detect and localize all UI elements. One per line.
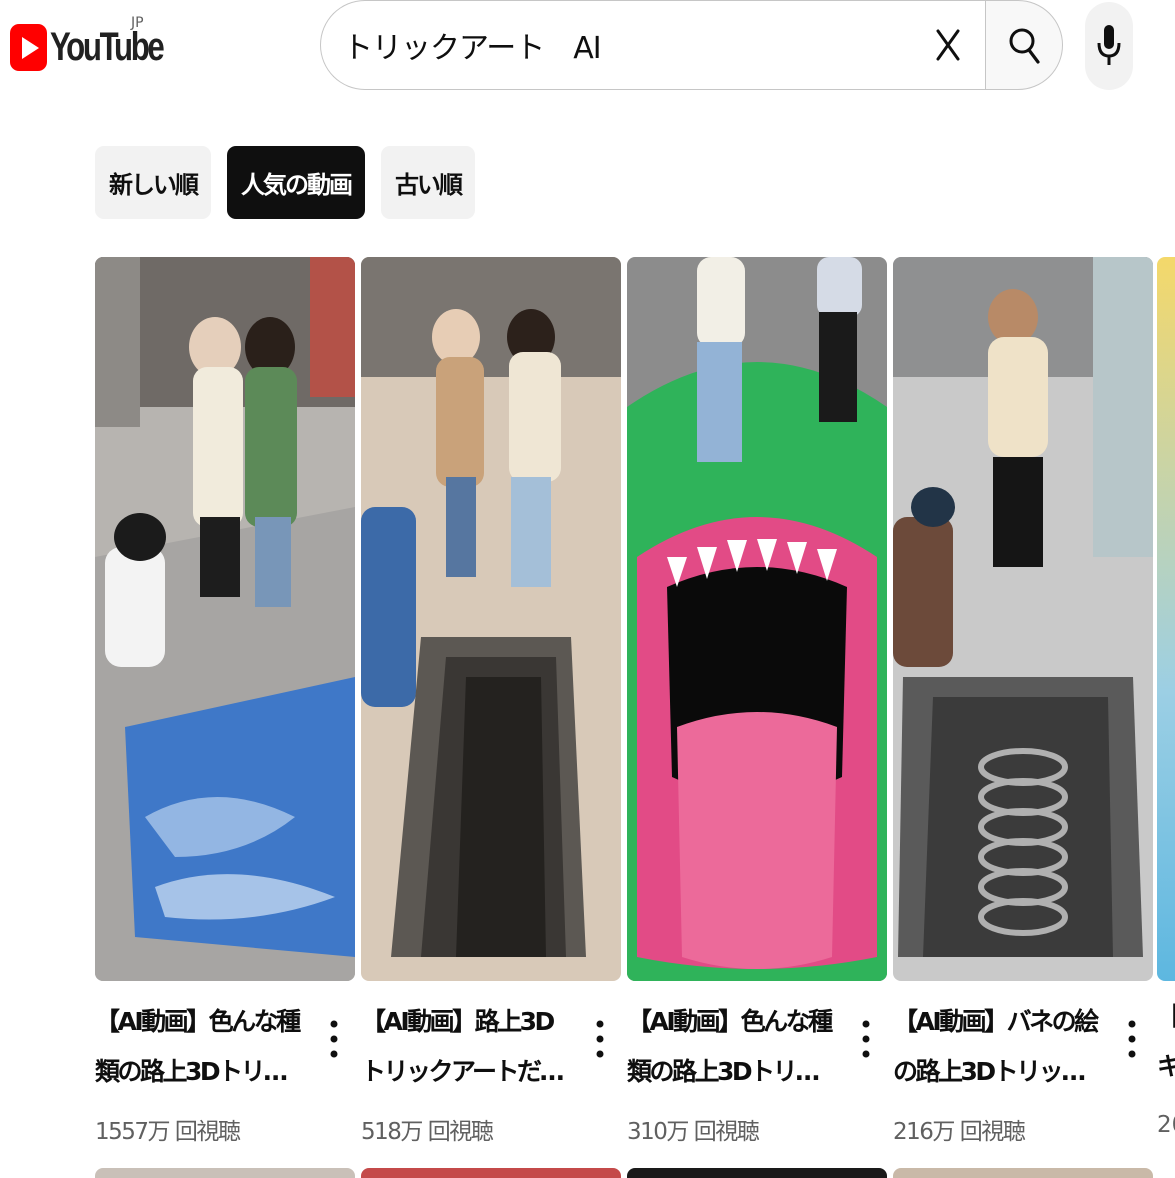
more-vert-icon <box>596 1020 604 1058</box>
country-code: JP <box>131 15 144 31</box>
more-options-button[interactable] <box>323 1017 345 1061</box>
video-thumbnail-partial[interactable] <box>1157 257 1175 981</box>
logo-wordmark: YouTube <box>50 25 165 69</box>
more-vert-icon <box>1128 1020 1136 1058</box>
video-title[interactable]: 【AI動画】色んな種類の路上3Dトリックアート <box>95 997 307 1097</box>
view-count: 1557万 回視聴 <box>95 1119 241 1145</box>
view-count-partial: 20 <box>1157 1112 1175 1138</box>
more-vert-icon <box>330 1020 338 1058</box>
more-options-button[interactable] <box>1121 1017 1143 1061</box>
chip-oldest[interactable]: 古い順 <box>381 146 475 219</box>
next-row-thumbnail[interactable] <box>95 1168 355 1178</box>
microphone-icon <box>1097 25 1121 65</box>
video-title-partial[interactable]: 【 <box>1157 997 1175 1033</box>
sort-filter-chips: 新しい順 人気の動画 古い順 <box>95 146 475 219</box>
next-row-thumbnail[interactable] <box>627 1168 887 1178</box>
video-thumbnail[interactable] <box>361 257 621 981</box>
video-title[interactable]: 【AI動画】色んな種類の路上3Dトリックアート <box>627 997 839 1097</box>
next-row-thumbnail[interactable] <box>893 1168 1153 1178</box>
more-vert-icon <box>862 1020 870 1058</box>
chip-popular[interactable]: 人気の動画 <box>227 146 365 219</box>
video-title[interactable]: 【AI動画】路上3Dトリックアートだと思ったら <box>361 997 573 1097</box>
video-thumbnail[interactable] <box>627 257 887 981</box>
clear-search-button[interactable] <box>918 15 978 75</box>
video-thumbnail[interactable] <box>95 257 355 981</box>
video-title[interactable]: 【AI動画】バネの絵の路上3Dトリックアート <box>893 997 1105 1097</box>
search-input[interactable] <box>341 14 918 76</box>
youtube-play-icon <box>10 24 47 71</box>
video-title-partial-line2: キ <box>1157 1052 1175 1081</box>
next-row-thumbnail[interactable] <box>361 1168 621 1178</box>
view-count: 518万 回視聴 <box>361 1119 494 1145</box>
close-icon <box>936 29 960 61</box>
chip-newest[interactable]: 新しい順 <box>95 146 211 219</box>
view-count: 310万 回視聴 <box>627 1119 760 1145</box>
voice-search-button[interactable] <box>1085 2 1133 90</box>
more-options-button[interactable] <box>855 1017 877 1061</box>
video-thumbnail[interactable] <box>893 257 1153 981</box>
search-box <box>320 0 986 90</box>
search-icon <box>1009 28 1040 64</box>
search-button[interactable] <box>985 0 1063 90</box>
more-options-button[interactable] <box>589 1017 611 1061</box>
view-count: 216万 回視聴 <box>893 1119 1026 1145</box>
youtube-logo[interactable]: YouTube <box>10 24 194 71</box>
